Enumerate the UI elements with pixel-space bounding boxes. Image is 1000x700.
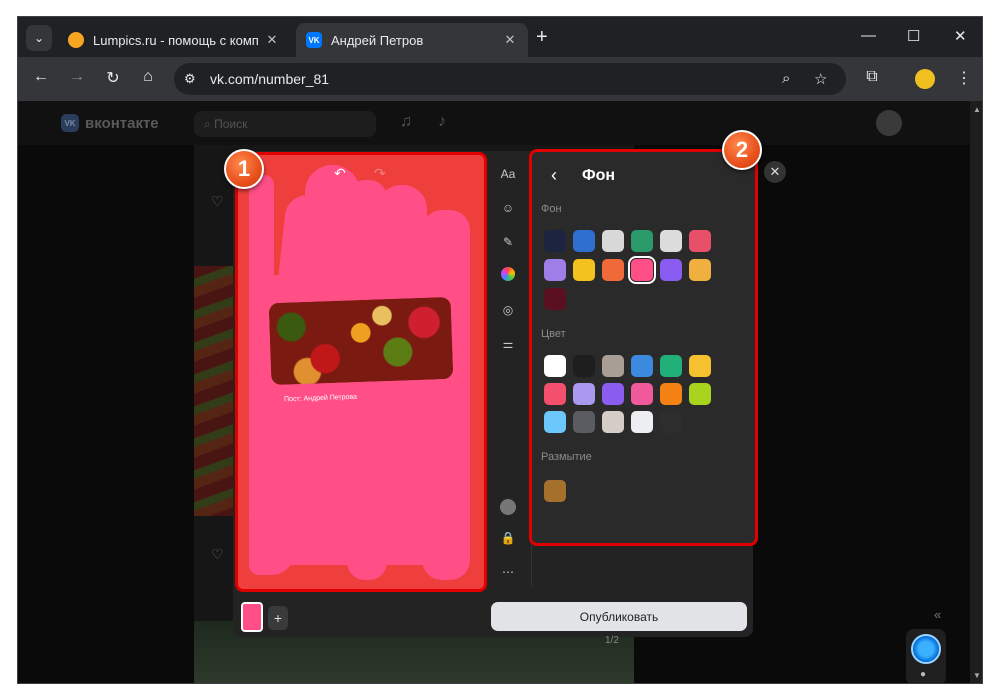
- lumpics-favicon-icon: [68, 32, 84, 48]
- close-window-button[interactable]: ✕: [954, 27, 967, 45]
- tab-vk[interactable]: VK Андрей Петров ✕: [296, 23, 528, 57]
- tab-bar: ⌄ Lumpics.ru - помощь с компьютер ✕ VK А…: [18, 17, 982, 57]
- like-icon[interactable]: ♡: [211, 193, 224, 210]
- maximize-button[interactable]: ☐: [907, 27, 920, 45]
- bookmark-star-icon[interactable]: ☆: [814, 70, 827, 88]
- close-tab-icon[interactable]: ✕: [264, 32, 280, 48]
- vk-favicon-icon: VK: [306, 32, 322, 48]
- color-wheel-icon[interactable]: [501, 267, 515, 281]
- site-info-icon[interactable]: ⚙: [184, 71, 196, 87]
- vk-logo-text: вконтакте: [85, 114, 159, 132]
- like-icon[interactable]: ♡: [211, 546, 224, 563]
- tab-lumpics[interactable]: Lumpics.ru - помощь с компьютер ✕: [58, 23, 290, 57]
- close-editor-button[interactable]: ✕: [764, 161, 786, 183]
- close-tab-icon[interactable]: ✕: [502, 32, 518, 48]
- add-slide-button[interactable]: +: [268, 606, 288, 630]
- avatar[interactable]: [500, 499, 516, 515]
- highlight-box-1: [235, 152, 487, 592]
- profile-avatar[interactable]: [915, 69, 935, 89]
- highlight-box-2: [529, 149, 758, 546]
- url-text[interactable]: vk.com/number_81: [210, 71, 329, 87]
- user-avatar[interactable]: [876, 110, 902, 136]
- sliders-icon[interactable]: ⚌: [498, 337, 518, 351]
- reload-button[interactable]: ↻: [102, 68, 124, 88]
- home-button[interactable]: ⌂: [137, 68, 159, 86]
- assistant-icon[interactable]: [911, 634, 941, 664]
- collapse-chevron-icon[interactable]: «: [934, 607, 941, 622]
- menu-icon[interactable]: ⋮: [953, 68, 975, 88]
- vk-header: VK вконтакте ⌕ Поиск ♫ ♪: [18, 101, 970, 145]
- lock-icon[interactable]: 🔒: [498, 531, 518, 545]
- music-icon[interactable]: ♪: [438, 113, 446, 131]
- blend-icon[interactable]: ◎: [498, 303, 518, 317]
- tab-search-button[interactable]: ⌄: [26, 25, 52, 51]
- search-placeholder: Поиск: [214, 117, 248, 131]
- minimize-button[interactable]: —: [861, 27, 876, 44]
- feed-post-image: [194, 266, 236, 516]
- tab-title: Андрей Петров: [331, 32, 424, 48]
- scroll-down-icon[interactable]: ▼: [973, 671, 981, 680]
- new-tab-button[interactable]: +: [536, 27, 548, 47]
- extensions-icon[interactable]: ⧉: [861, 68, 883, 86]
- vk-search-input[interactable]: ⌕ Поиск: [194, 111, 376, 137]
- slide-thumbnail[interactable]: [241, 602, 263, 632]
- pager: 1/2: [605, 635, 619, 646]
- scroll-up-icon[interactable]: ▲: [973, 105, 981, 114]
- page-scrollbar[interactable]: ▲ ▼: [970, 101, 982, 683]
- notifications-bell-icon[interactable]: ♫: [400, 113, 412, 131]
- publish-button[interactable]: Опубликовать: [491, 602, 747, 631]
- browser-toolbar: ← → ↻ ⌂ ⚙ vk.com/number_81 ⌕ ☆ ⧉ ⋮: [18, 57, 982, 101]
- zoom-icon[interactable]: ⌕: [782, 70, 790, 87]
- more-icon[interactable]: ⋯: [498, 565, 518, 579]
- step-badge-1: 1: [224, 149, 264, 189]
- step-badge-2: 2: [722, 130, 762, 170]
- floating-widget[interactable]: ●: [906, 629, 946, 683]
- sticker-icon[interactable]: ☺: [498, 201, 518, 215]
- chat-icon[interactable]: ●: [920, 669, 926, 680]
- vk-logo-icon: VK: [61, 114, 79, 132]
- forward-button[interactable]: →: [66, 68, 88, 86]
- tab-title: Lumpics.ru - помощь с компьютер: [93, 32, 258, 48]
- back-button[interactable]: ←: [30, 68, 52, 86]
- brush-icon[interactable]: ✎: [498, 235, 518, 249]
- text-tool-icon[interactable]: Aa: [498, 167, 518, 181]
- vk-logo[interactable]: VK вконтакте: [61, 114, 159, 132]
- address-bar[interactable]: ⚙ vk.com/number_81 ⌕ ☆: [174, 63, 846, 95]
